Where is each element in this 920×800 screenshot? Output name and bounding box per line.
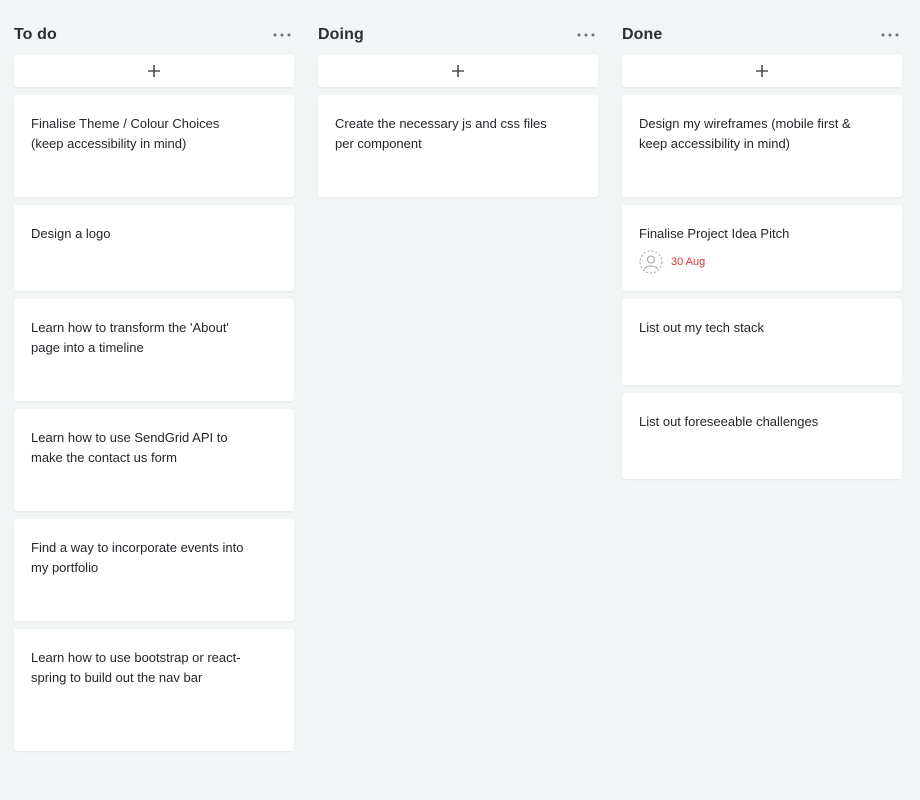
card-text: Learn how to use SendGrid API to make th… <box>31 430 228 465</box>
task-card[interactable]: Finalise Theme / Colour Choices (keep ac… <box>14 95 294 197</box>
task-card[interactable]: Design a logo <box>14 205 294 291</box>
card-text: List out my tech stack <box>639 320 764 335</box>
add-card-button[interactable] <box>622 55 902 87</box>
column-title: To do <box>14 26 57 43</box>
task-card[interactable]: Create the necessary js and css files pe… <box>318 95 598 197</box>
plus-icon <box>148 65 160 77</box>
card-text: Learn how to use bootstrap or react-spri… <box>31 650 241 685</box>
task-card[interactable]: Learn how to use SendGrid API to make th… <box>14 409 294 511</box>
add-card-button[interactable] <box>14 55 294 87</box>
plus-icon <box>756 65 768 77</box>
task-card[interactable]: Learn how to use bootstrap or react-spri… <box>14 629 294 751</box>
column-title: Doing <box>318 26 364 43</box>
more-horizontal-icon[interactable] <box>880 26 900 44</box>
column-todo: To do Finalise Theme / Colour Choices (k… <box>14 0 294 759</box>
card-meta: 30 Aug <box>639 250 885 274</box>
column-done: Done Design my wireframes (mobile first … <box>622 0 902 487</box>
card-text: Finalise Project Idea Pitch <box>639 226 790 241</box>
kanban-board: To do Finalise Theme / Colour Choices (k… <box>0 0 920 800</box>
column-header: Done <box>622 0 902 55</box>
card-text: Create the necessary js and css files pe… <box>335 116 547 151</box>
more-horizontal-icon[interactable] <box>576 26 596 44</box>
plus-icon <box>452 65 464 77</box>
card-text: Design a logo <box>31 226 111 241</box>
more-horizontal-icon[interactable] <box>272 26 292 44</box>
column-doing: Doing Create the necessary js and css fi… <box>318 0 598 205</box>
card-text: Learn how to transform the 'About' page … <box>31 320 229 355</box>
column-header: To do <box>14 0 294 55</box>
add-card-button[interactable] <box>318 55 598 87</box>
column-title: Done <box>622 26 663 43</box>
task-card[interactable]: Design my wireframes (mobile first & kee… <box>622 95 902 197</box>
column-header: Doing <box>318 0 598 55</box>
card-text: Design my wireframes (mobile first & kee… <box>639 116 851 151</box>
card-text: List out foreseeable challenges <box>639 414 819 429</box>
user-placeholder-icon[interactable] <box>639 250 663 274</box>
card-text: Finalise Theme / Colour Choices (keep ac… <box>31 116 220 151</box>
task-card[interactable]: List out my tech stack <box>622 299 902 385</box>
card-text: Find a way to incorporate events into my… <box>31 540 244 575</box>
due-date: 30 Aug <box>671 256 706 268</box>
task-card[interactable]: Learn how to transform the 'About' page … <box>14 299 294 401</box>
task-card[interactable]: Find a way to incorporate events into my… <box>14 519 294 621</box>
task-card[interactable]: Finalise Project Idea Pitch 30 Aug <box>622 205 902 291</box>
task-card[interactable]: List out foreseeable challenges <box>622 393 902 479</box>
